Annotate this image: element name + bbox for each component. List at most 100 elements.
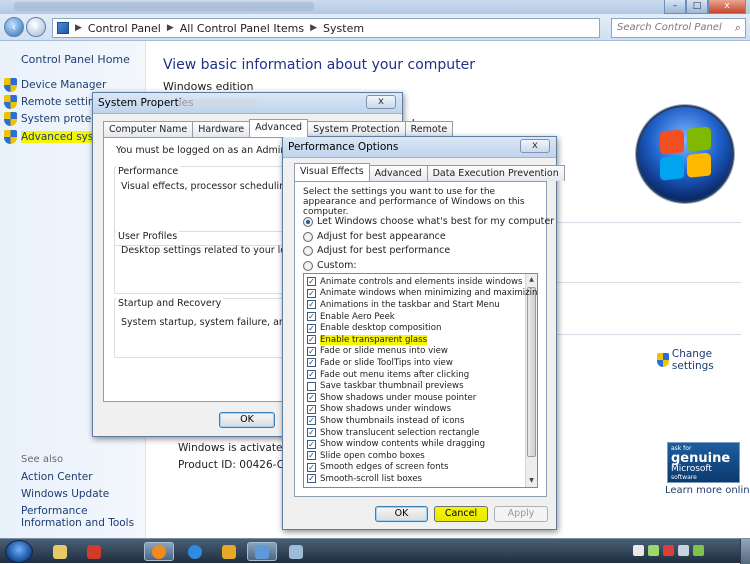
link-windows-update[interactable]: Windows Update [21, 488, 146, 500]
battery-icon[interactable] [693, 545, 704, 556]
tab-visual-effects[interactable]: Visual Effects [294, 163, 370, 181]
scrollbar[interactable]: ▲ ▼ [525, 274, 537, 487]
radio-custom[interactable]: Custom: [303, 260, 357, 271]
effect-checkbox-item[interactable]: ✓ Animations in the taskbar and Start Men… [307, 299, 500, 311]
radio-best-performance[interactable]: Adjust for best performance [303, 245, 450, 256]
security-icon[interactable] [663, 545, 674, 556]
checkbox[interactable]: ✓ [307, 346, 316, 356]
chevron-right-icon[interactable]: ▶ [310, 23, 317, 33]
checkbox[interactable]: ✓ [307, 312, 316, 322]
back-button[interactable]: ‹ [4, 17, 24, 37]
tab-advanced[interactable]: Advanced [249, 119, 309, 137]
cancel-button[interactable]: Cancel [434, 506, 488, 522]
scroll-up-icon[interactable]: ▲ [526, 274, 537, 286]
change-settings-link[interactable]: Change settings [657, 348, 750, 372]
radio-dot[interactable] [303, 216, 313, 227]
effect-checkbox-item[interactable]: ✓ Fade or slide menus into view [307, 346, 448, 358]
photo-viewer-icon[interactable] [214, 542, 244, 561]
search-input[interactable]: Search Control Panel ⌕ [611, 18, 746, 38]
radio-dot[interactable] [303, 231, 313, 242]
breadcrumb-system[interactable]: System [323, 22, 364, 35]
minimize-button[interactable]: – [664, 0, 686, 14]
effect-label: Show translucent selection rectangle [320, 427, 480, 438]
system-properties-icon[interactable] [281, 542, 311, 561]
effect-checkbox-item[interactable]: ✓ Show thumbnails instead of icons [307, 415, 464, 427]
scroll-down-icon[interactable]: ▼ [526, 475, 537, 487]
control-panel-home-link[interactable]: Control Panel Home [21, 53, 130, 66]
start-button[interactable] [5, 540, 33, 563]
checkbox[interactable]: ✓ [307, 288, 316, 298]
forward-button[interactable]: › [26, 17, 46, 37]
checkbox[interactable]: ✓ [307, 439, 316, 449]
close-button[interactable]: x [708, 0, 746, 14]
flag-icon[interactable] [633, 545, 644, 556]
checkbox[interactable] [307, 381, 316, 391]
checkbox[interactable]: ✓ [307, 300, 316, 310]
tab-computer-name[interactable]: Computer Name [103, 121, 194, 137]
search-icon[interactable]: ⌕ [735, 21, 741, 35]
firefox-icon[interactable] [144, 542, 174, 561]
visual-effects-list[interactable]: ▲ ▼ ✓ Animate controls and elements insid… [303, 273, 538, 488]
ok-button[interactable]: OK [219, 412, 275, 428]
windows-explorer-icon[interactable] [45, 542, 75, 561]
radio-dot[interactable] [303, 245, 313, 256]
effect-checkbox-item[interactable]: ✓ Slide open combo boxes [307, 450, 425, 462]
scroll-thumb[interactable] [527, 287, 536, 457]
apply-button[interactable]: Apply [494, 506, 548, 522]
checkbox[interactable]: ✓ [307, 358, 316, 368]
breadcrumb[interactable]: ▶ Control Panel ▶ All Control Panel Item… [52, 18, 600, 38]
checkbox[interactable]: ✓ [307, 416, 316, 426]
checkbox[interactable]: ✓ [307, 335, 316, 345]
tab-advanced[interactable]: Advanced [368, 165, 428, 181]
genuine-microsoft-badge[interactable]: ask for genuine Microsoft software [667, 442, 740, 483]
ok-button[interactable]: OK [375, 506, 428, 522]
effect-checkbox-item[interactable]: Save taskbar thumbnail previews [307, 380, 464, 392]
radio-best-appearance[interactable]: Adjust for best appearance [303, 231, 446, 242]
volume-icon[interactable] [678, 545, 689, 556]
system-icon[interactable] [247, 542, 277, 561]
effect-checkbox-item[interactable]: ✓ Show shadows under mouse pointer [307, 392, 476, 404]
effect-checkbox-item[interactable]: ✓ Animate windows when minimizing and max… [307, 288, 537, 300]
tab-data-execution-prevention[interactable]: Data Execution Prevention [426, 165, 565, 181]
effect-checkbox-item[interactable]: ✓ Show translucent selection rectangle [307, 427, 479, 439]
radio-dot[interactable] [303, 260, 313, 271]
maximize-button[interactable]: □ [686, 0, 708, 14]
internet-explorer-icon[interactable] [180, 542, 210, 561]
checkbox[interactable]: ✓ [307, 277, 316, 287]
show-desktop-button[interactable] [740, 539, 750, 564]
acrobat-icon[interactable] [79, 542, 109, 561]
nav-device-manager[interactable]: Device Manager [4, 77, 106, 93]
effect-checkbox-item[interactable]: ✓ Animate controls and elements inside wi… [307, 276, 523, 288]
effect-checkbox-item[interactable]: ✓ Smooth-scroll list boxes [307, 473, 422, 485]
breadcrumb-control-panel[interactable]: Control Panel [88, 22, 161, 35]
effect-checkbox-item[interactable]: ✓ Fade or slide ToolTips into view [307, 357, 453, 369]
effect-checkbox-item[interactable]: ✓ Enable desktop composition [307, 322, 441, 334]
radio-let-windows-choose[interactable]: Let Windows choose what's best for my co… [303, 216, 554, 227]
effect-checkbox-item[interactable]: ✓ Enable transparent glass [307, 334, 428, 346]
effect-checkbox-item[interactable]: ✓ Smooth edges of screen fonts [307, 462, 448, 474]
checkbox[interactable]: ✓ [307, 404, 316, 414]
effect-checkbox-item[interactable]: ✓ Enable Aero Peek [307, 311, 395, 323]
tab-hardware[interactable]: Hardware [192, 121, 251, 137]
breadcrumb-all-items[interactable]: All Control Panel Items [180, 22, 304, 35]
effect-checkbox-item[interactable]: ✓ Show shadows under windows [307, 404, 451, 416]
network-icon[interactable] [648, 545, 659, 556]
tab-remote[interactable]: Remote [404, 121, 454, 137]
learn-more-link[interactable]: Learn more online... [665, 485, 750, 496]
checkbox[interactable]: ✓ [307, 451, 316, 461]
checkbox[interactable]: ✓ [307, 393, 316, 403]
link-action-center[interactable]: Action Center [21, 471, 146, 483]
checkbox[interactable]: ✓ [307, 474, 316, 484]
chevron-right-icon[interactable]: ▶ [167, 23, 174, 33]
close-icon[interactable]: x [520, 139, 550, 153]
checkbox[interactable]: ✓ [307, 428, 316, 438]
effect-checkbox-item[interactable]: ✓ Show window contents while dragging [307, 438, 485, 450]
tab-system-protection[interactable]: System Protection [307, 121, 406, 137]
checkbox[interactable]: ✓ [307, 323, 316, 333]
close-icon[interactable]: x [366, 95, 396, 109]
chevron-right-icon[interactable]: ▶ [75, 23, 82, 33]
checkbox[interactable]: ✓ [307, 370, 316, 380]
checkbox[interactable]: ✓ [307, 462, 316, 472]
link-performance-info[interactable]: Performance Information and Tools [21, 505, 146, 529]
effect-checkbox-item[interactable]: ✓ Fade out menu items after clicking [307, 369, 469, 381]
